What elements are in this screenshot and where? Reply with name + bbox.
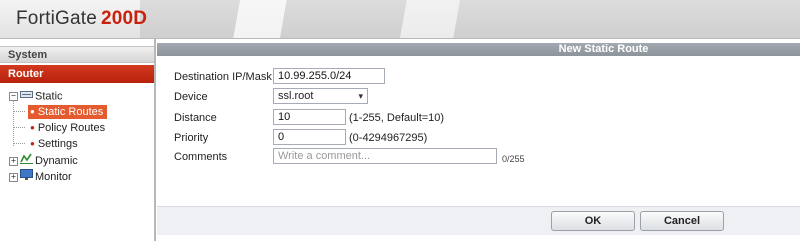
sidebar-section-system[interactable]: System <box>0 46 154 63</box>
device-select[interactable]: ssl.root ▾ <box>273 88 368 104</box>
sidebar-item-static-routes[interactable]: ● Static Routes <box>28 105 108 119</box>
comments-label: Comments <box>174 151 228 163</box>
device-label: Device <box>174 91 208 103</box>
tree-node-monitor[interactable]: + Monitor <box>9 169 72 184</box>
button-bar: OK Cancel <box>157 206 800 235</box>
sidebar-item-settings[interactable]: ● Settings <box>28 137 82 151</box>
tree-node-label: Static <box>35 90 63 103</box>
tree-connector <box>13 111 25 112</box>
destination-label: Destination IP/Mask <box>174 71 272 83</box>
distance-hint: (1-255, Default=10) <box>349 112 445 124</box>
tree-node-label: Dynamic <box>35 154 78 167</box>
tree-connector <box>13 99 14 146</box>
chevron-down-icon: ▾ <box>358 91 363 101</box>
priority-input[interactable]: 0 <box>273 129 346 145</box>
comments-textarea[interactable]: Write a comment... <box>273 148 497 164</box>
app-header: FortiGate 200D <box>0 0 800 39</box>
priority-hint: (0-4294967295) <box>349 132 428 144</box>
expand-icon[interactable]: + <box>9 156 18 166</box>
tree-node-dynamic[interactable]: + Dynamic <box>9 153 78 168</box>
bullet-icon: ● <box>30 107 35 116</box>
sidebar: System Router − Static ● Static Routes ● Po… <box>0 39 156 241</box>
collapse-icon[interactable]: − <box>9 92 18 101</box>
logo-model: 200D <box>101 8 148 29</box>
ok-button[interactable]: OK <box>551 211 635 231</box>
header-decoration <box>140 0 800 38</box>
device-select-value: ssl.root <box>278 90 314 102</box>
comments-row: Comments Write a comment... 0/255 <box>174 148 794 166</box>
dynamic-routing-icon <box>20 153 33 169</box>
comments-char-counter: 0/255 <box>502 154 525 164</box>
distance-row: Distance 10 (1-255, Default=10) <box>174 109 794 127</box>
monitor-icon <box>20 169 33 185</box>
panel-title: New Static Route <box>157 43 800 56</box>
bullet-icon: ● <box>30 139 35 148</box>
tree-node-static[interactable]: − Static <box>9 89 63 104</box>
route-icon <box>20 89 33 104</box>
distance-label: Distance <box>174 112 217 124</box>
product-logo: FortiGate 200D <box>16 8 147 30</box>
route-form: Destination IP/Mask 10.99.255.0/24 Devic… <box>157 56 800 206</box>
expand-icon[interactable]: + <box>9 172 18 182</box>
sidebar-item-label: Settings <box>37 138 78 150</box>
sidebar-item-label: Static Routes <box>37 106 104 118</box>
distance-input[interactable]: 10 <box>273 109 346 125</box>
new-static-route-panel: New Static Route Destination IP/Mask 10.… <box>157 43 800 241</box>
logo-brand: FortiGate <box>16 8 97 29</box>
tree-node-label: Monitor <box>35 170 72 183</box>
device-row: Device ssl.root ▾ <box>174 88 794 106</box>
tree-connector <box>13 127 25 128</box>
sidebar-section-router[interactable]: Router <box>0 65 154 83</box>
priority-row: Priority 0 (0-4294967295) <box>174 129 794 147</box>
sidebar-item-policy-routes[interactable]: ● Policy Routes <box>28 121 109 135</box>
sidebar-item-label: Policy Routes <box>37 122 106 134</box>
priority-label: Priority <box>174 132 209 144</box>
tree-connector <box>13 143 25 144</box>
cancel-button[interactable]: Cancel <box>640 211 724 231</box>
destination-input[interactable]: 10.99.255.0/24 <box>273 68 385 84</box>
destination-row: Destination IP/Mask 10.99.255.0/24 <box>174 68 794 86</box>
bullet-icon: ● <box>30 123 35 132</box>
